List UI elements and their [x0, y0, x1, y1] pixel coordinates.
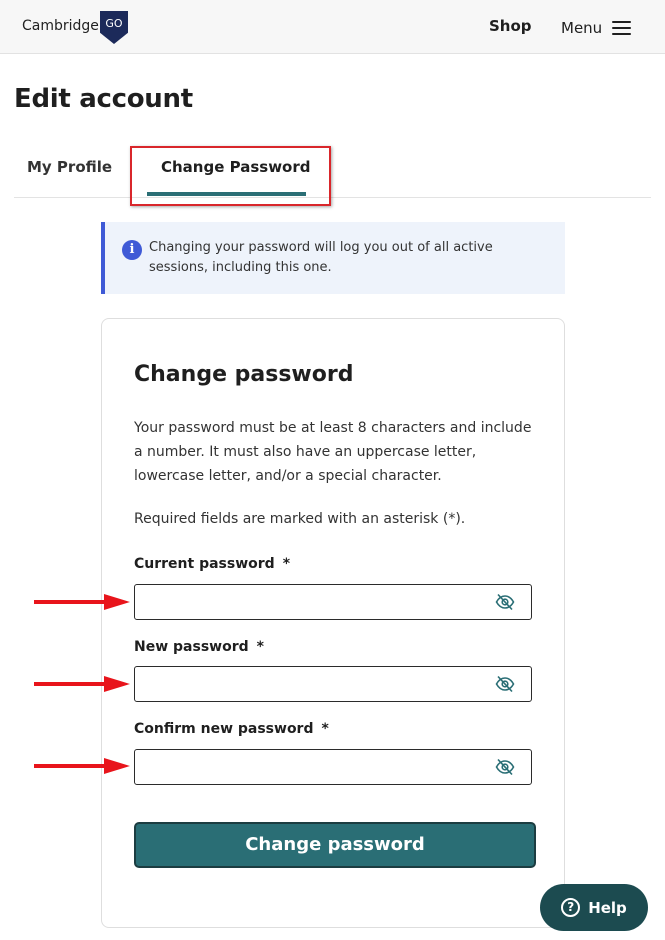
logo-shield-icon[interactable]: GO [100, 11, 128, 44]
info-icon: i [122, 240, 142, 260]
confirm-password-label: Confirm new password * [134, 721, 329, 737]
menu-button[interactable]: Menu [561, 19, 632, 37]
info-notice: i Changing your password will log you ou… [101, 222, 565, 294]
current-password-input[interactable] [143, 591, 483, 613]
change-password-button[interactable]: Change password [134, 822, 536, 868]
top-header: Cambridge GO Shop Menu [0, 0, 665, 54]
tab-my-profile[interactable]: My Profile [27, 158, 112, 176]
current-password-label: Current password * [134, 556, 290, 572]
annotation-highlight-box [130, 146, 331, 206]
eye-slash-icon[interactable] [495, 593, 515, 611]
annotation-arrow-icon [34, 758, 130, 774]
required-asterisk: * [282, 556, 291, 572]
question-icon: ? [561, 898, 581, 917]
field-label-text: New password [134, 639, 249, 655]
menu-label: Menu [561, 19, 603, 37]
shop-link[interactable]: Shop [489, 17, 532, 35]
confirm-password-field[interactable] [134, 749, 532, 785]
required-asterisk: * [256, 639, 264, 655]
new-password-label: New password * [134, 639, 264, 655]
form-title: Change password [134, 362, 354, 387]
eye-slash-icon[interactable] [495, 675, 515, 693]
info-text: Changing your password will log you out … [149, 240, 493, 275]
eye-slash-icon[interactable] [495, 758, 515, 776]
field-label-text: Current password [134, 556, 275, 572]
help-label: Help [588, 898, 627, 917]
annotation-arrow-icon [34, 676, 130, 692]
help-button[interactable]: ? Help [540, 884, 648, 931]
annotation-arrow-icon [34, 594, 130, 610]
tabs-divider [14, 197, 651, 198]
hamburger-icon [612, 21, 632, 35]
password-requirements: Your password must be at least 8 charact… [134, 420, 532, 484]
field-label-text: Confirm new password [134, 721, 314, 737]
new-password-field[interactable] [134, 666, 532, 702]
required-note: Required fields are marked with an aster… [134, 511, 466, 527]
logo-text[interactable]: Cambridge [22, 18, 99, 34]
current-password-field[interactable] [134, 584, 532, 620]
page-title: Edit account [14, 84, 193, 114]
required-asterisk: * [321, 721, 329, 737]
confirm-password-input[interactable] [143, 756, 483, 778]
new-password-input[interactable] [143, 673, 483, 695]
logo-badge: GO [105, 17, 123, 30]
